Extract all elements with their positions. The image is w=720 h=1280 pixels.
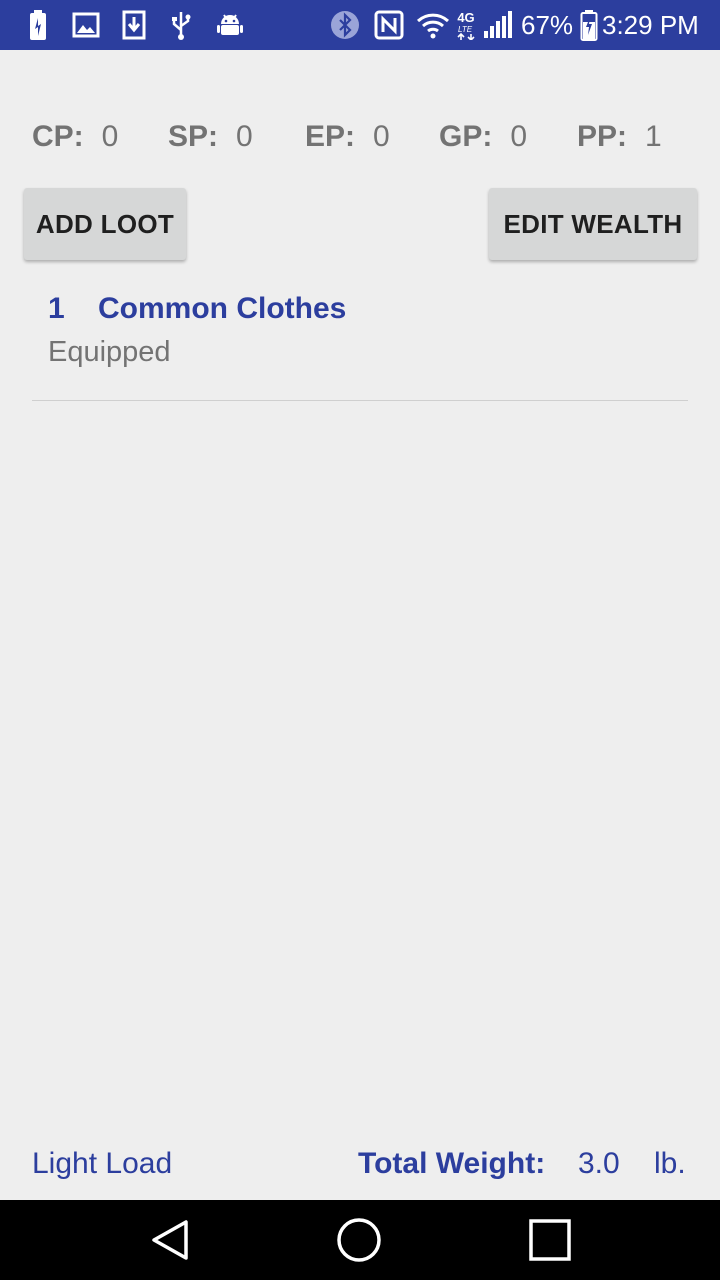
battery-percent: 67% xyxy=(521,10,574,40)
currency-value: 1 xyxy=(645,120,662,153)
back-icon[interactable] xyxy=(146,1216,194,1264)
usb-icon xyxy=(170,8,192,42)
download-icon xyxy=(122,8,146,42)
currency-pp: PP: 1 xyxy=(577,115,662,159)
bluetooth-icon xyxy=(330,8,360,42)
nfc-icon xyxy=(374,8,404,42)
navigation-bar xyxy=(0,1200,720,1280)
home-icon[interactable] xyxy=(335,1216,383,1264)
item-status: Equipped xyxy=(48,336,171,368)
lte-4g-icon: 4G LTE xyxy=(454,8,478,42)
wifi-icon xyxy=(416,8,450,42)
currency-value: 0 xyxy=(373,120,390,153)
add-loot-button[interactable]: ADD LOOT xyxy=(24,188,186,260)
currency-label: SP: xyxy=(168,120,219,153)
currency-label: GP: xyxy=(439,120,493,153)
image-icon xyxy=(72,8,100,42)
list-item[interactable]: 1 Common Clothes Equipped xyxy=(32,280,688,401)
battery-saver-icon xyxy=(28,8,48,42)
currency-ep: EP: 0 xyxy=(305,115,390,159)
edit-wealth-button[interactable]: EDIT WEALTH xyxy=(489,188,697,260)
currency-value: 0 xyxy=(510,120,528,153)
battery-charging-icon xyxy=(580,8,598,42)
item-quantity: 1 xyxy=(48,292,65,325)
clock: 3:29 PM xyxy=(602,10,699,40)
currency-value: 0 xyxy=(236,120,253,153)
svg-text:LTE: LTE xyxy=(458,25,473,34)
load-status: Light Load xyxy=(32,1147,173,1180)
currency-gp: GP: 0 xyxy=(439,115,527,159)
currency-sp: SP: 0 xyxy=(168,115,253,159)
recents-icon[interactable] xyxy=(526,1216,574,1264)
total-weight-value: 3.0 xyxy=(578,1147,620,1180)
currency-value: 0 xyxy=(101,120,119,153)
currency-label: CP: xyxy=(32,120,84,153)
status-bar: 4G LTE 67% 3:29 PM xyxy=(0,0,720,50)
android-icon xyxy=(216,8,244,42)
item-name: Common Clothes xyxy=(98,292,347,325)
signal-icon xyxy=(482,8,514,42)
network-label: 4G xyxy=(457,9,475,25)
currency-cp: CP: 0 xyxy=(32,115,118,159)
currency-label: EP: xyxy=(305,120,356,153)
total-weight-unit: lb. xyxy=(654,1147,686,1180)
total-weight-label: Total Weight: xyxy=(358,1147,546,1180)
currency-label: PP: xyxy=(577,120,628,153)
